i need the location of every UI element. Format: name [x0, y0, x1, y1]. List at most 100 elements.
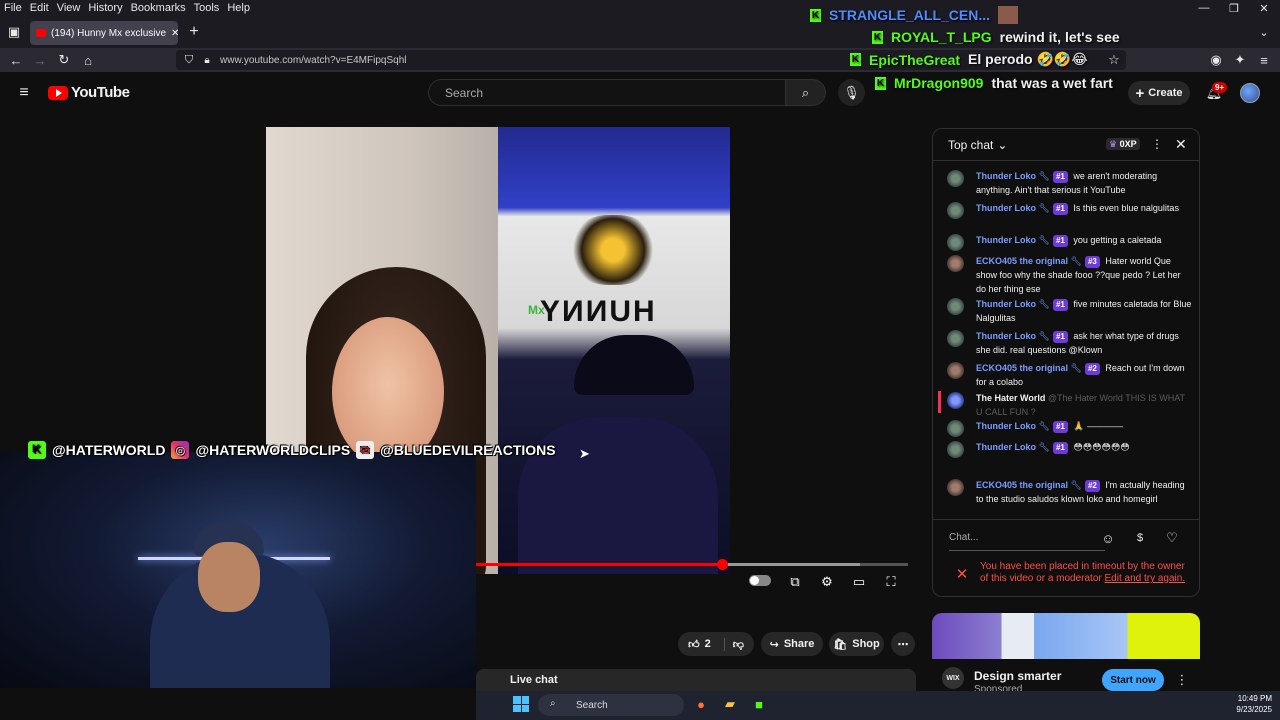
create-button[interactable]: + Create	[1128, 81, 1190, 105]
search-input[interactable]: Search	[428, 79, 786, 106]
shop-label: Shop	[852, 638, 880, 650]
chat-message: ECKO405 the original 🔧︎ #2 I'm actually h…	[947, 478, 1193, 506]
app-icon[interactable]: ■	[750, 695, 768, 713]
chat-author[interactable]: ECKO405 the original	[976, 363, 1068, 373]
video-brand-text: HUNNY	[538, 295, 655, 328]
chat-message: Thunder Loko 🔧︎ #1 you getting a caletada	[947, 233, 1193, 251]
logo-text: YouTube	[71, 84, 130, 101]
rank-badge: #1	[1055, 236, 1065, 245]
forward-icon[interactable]: →	[32, 52, 48, 68]
maximize-icon[interactable]: ❐	[1224, 0, 1244, 16]
menu-file[interactable]: File	[4, 2, 22, 14]
captions-icon[interactable]: ⧉	[785, 573, 805, 591]
windows-start-icon[interactable]	[513, 696, 529, 712]
chat-input[interactable]: Chat...	[949, 525, 1105, 551]
wrench-icon: 🔧︎	[1038, 203, 1050, 213]
menu-help[interactable]: Help	[227, 2, 250, 14]
system-clock[interactable]: 10:49 PM 9/23/2025	[1222, 693, 1272, 715]
wrench-icon: 🔧︎	[1038, 331, 1050, 341]
hamburger-menu-icon[interactable]: ≡	[14, 84, 34, 102]
chevron-down-icon[interactable]: ⌄	[997, 138, 1007, 152]
chat-author[interactable]: Thunder Loko	[976, 299, 1036, 309]
rank-badge: #1	[1055, 422, 1065, 431]
start-now-button[interactable]: Start now	[1102, 669, 1164, 691]
youtube-logo[interactable]: YouTube	[48, 84, 130, 101]
extensions-icon[interactable]: ✦	[1232, 52, 1248, 68]
ad-banner-image[interactable]	[932, 613, 1200, 659]
account-avatar[interactable]	[1240, 83, 1260, 103]
kick-icon: K	[850, 53, 861, 66]
app-menu-icon[interactable]: ≡	[1256, 52, 1272, 68]
settings-gear-icon[interactable]: ⚙	[817, 573, 837, 591]
chat-author[interactable]: ECKO405 the original	[976, 256, 1068, 266]
back-icon[interactable]: ←	[8, 52, 24, 68]
overlay-chat-text: El perodo 🤣🤣😂	[968, 51, 1088, 67]
emoji-icon[interactable]: ☺	[1099, 529, 1117, 547]
search-button[interactable]: ⌕	[786, 79, 826, 106]
xp-badge[interactable]: ♛ 0XP	[1106, 138, 1140, 150]
share-label: Share	[783, 638, 815, 650]
chat-avatar	[947, 479, 964, 496]
share-button[interactable]: ↪ Share	[761, 632, 823, 656]
video-progress-bar[interactable]	[476, 559, 908, 570]
chat-author[interactable]: Thunder Loko	[976, 171, 1036, 181]
top-chat-dropdown[interactable]: Top chat	[948, 138, 993, 152]
chat-author[interactable]: Thunder Loko	[976, 235, 1036, 245]
chat-input-placeholder: Chat...	[949, 532, 979, 543]
tab-list-icon[interactable]: ▣	[6, 24, 22, 40]
ad-more-icon[interactable]: ⋮	[1176, 671, 1189, 689]
shop-button[interactable]: 🛍︎ Shop	[829, 632, 884, 656]
menu-view[interactable]: View	[57, 2, 81, 14]
kick-icon: K	[810, 8, 821, 22]
super-chat-icon[interactable]: $	[1131, 529, 1149, 547]
account-icon[interactable]: ◉	[1208, 52, 1224, 68]
taskbar-search[interactable]: ⌕ Search	[538, 694, 684, 716]
edit-try-again-link[interactable]: Edit and try again.	[1105, 573, 1186, 584]
reload-icon[interactable]: ↻	[56, 52, 72, 68]
chat-author[interactable]: Thunder Loko	[976, 442, 1036, 452]
tabs-dropdown-icon[interactable]: ⌄	[1256, 24, 1272, 40]
shield-icon[interactable]: ⛉	[182, 52, 196, 68]
thumbs-down-icon[interactable]: 👎︎	[723, 637, 744, 651]
close-chat-icon[interactable]: ✕	[1175, 136, 1187, 153]
more-actions-button[interactable]: ⋯	[891, 632, 915, 656]
home-icon[interactable]: ⌂	[80, 52, 96, 68]
firefox-icon[interactable]: ●	[692, 695, 710, 713]
wrench-icon: 🔧︎	[1038, 171, 1050, 181]
chat-author[interactable]: Thunder Loko	[976, 331, 1036, 341]
voice-search-button[interactable]: 🎙︎	[838, 79, 865, 106]
more-vertical-icon[interactable]: ⋮	[1151, 137, 1163, 151]
live-chat-bar[interactable]: Live chat	[476, 669, 916, 691]
chat-author[interactable]: The Hater World	[976, 393, 1045, 403]
menu-edit[interactable]: Edit	[30, 2, 49, 14]
theater-mode-icon[interactable]: ▭	[849, 573, 869, 591]
chat-text: 😳😳😳😳😳😳	[1073, 442, 1130, 452]
notification-count-badge: 9+	[1212, 82, 1228, 93]
chat-author[interactable]: Thunder Loko	[976, 421, 1036, 431]
menu-history[interactable]: History	[88, 2, 122, 14]
lock-icon[interactable]: 🔒︎	[200, 52, 214, 68]
minimize-icon[interactable]: —	[1194, 0, 1214, 16]
like-count[interactable]: 2	[705, 638, 711, 650]
chat-author[interactable]: ECKO405 the original	[976, 480, 1068, 490]
thumbs-up-icon[interactable]: 👍︎	[688, 638, 700, 651]
file-explorer-icon[interactable]: ▰	[721, 695, 739, 713]
autoplay-toggle[interactable]	[749, 575, 771, 586]
fullscreen-icon[interactable]: ⛶	[881, 573, 901, 591]
chat-author[interactable]: Thunder Loko	[976, 203, 1036, 213]
sponsored-ad[interactable]: WIX Design smarter Sponsored Start now ⋮	[932, 613, 1200, 693]
social-handle-instagram: @HATERWORLDCLIPS	[195, 442, 351, 458]
ad-title[interactable]: Design smarter	[974, 669, 1061, 683]
new-tab-icon[interactable]: +	[186, 23, 202, 40]
browser-tab-active[interactable]: (194) Hunny Mx exclusive ✕	[30, 21, 178, 45]
close-tab-icon[interactable]: ✕	[171, 28, 178, 39]
bookmark-star-icon[interactable]: ☆	[1106, 52, 1122, 68]
menu-bookmarks[interactable]: Bookmarks	[131, 2, 186, 14]
kick-icon: K	[872, 30, 883, 44]
overlay-chat-user: EpicTheGreat	[869, 51, 961, 68]
rank-badge: #1	[1055, 204, 1065, 213]
member-badge: #1	[1052, 171, 1068, 183]
menu-tools[interactable]: Tools	[194, 2, 220, 14]
close-window-icon[interactable]: ✕	[1254, 0, 1274, 16]
heart-icon[interactable]: ♡	[1163, 529, 1181, 547]
